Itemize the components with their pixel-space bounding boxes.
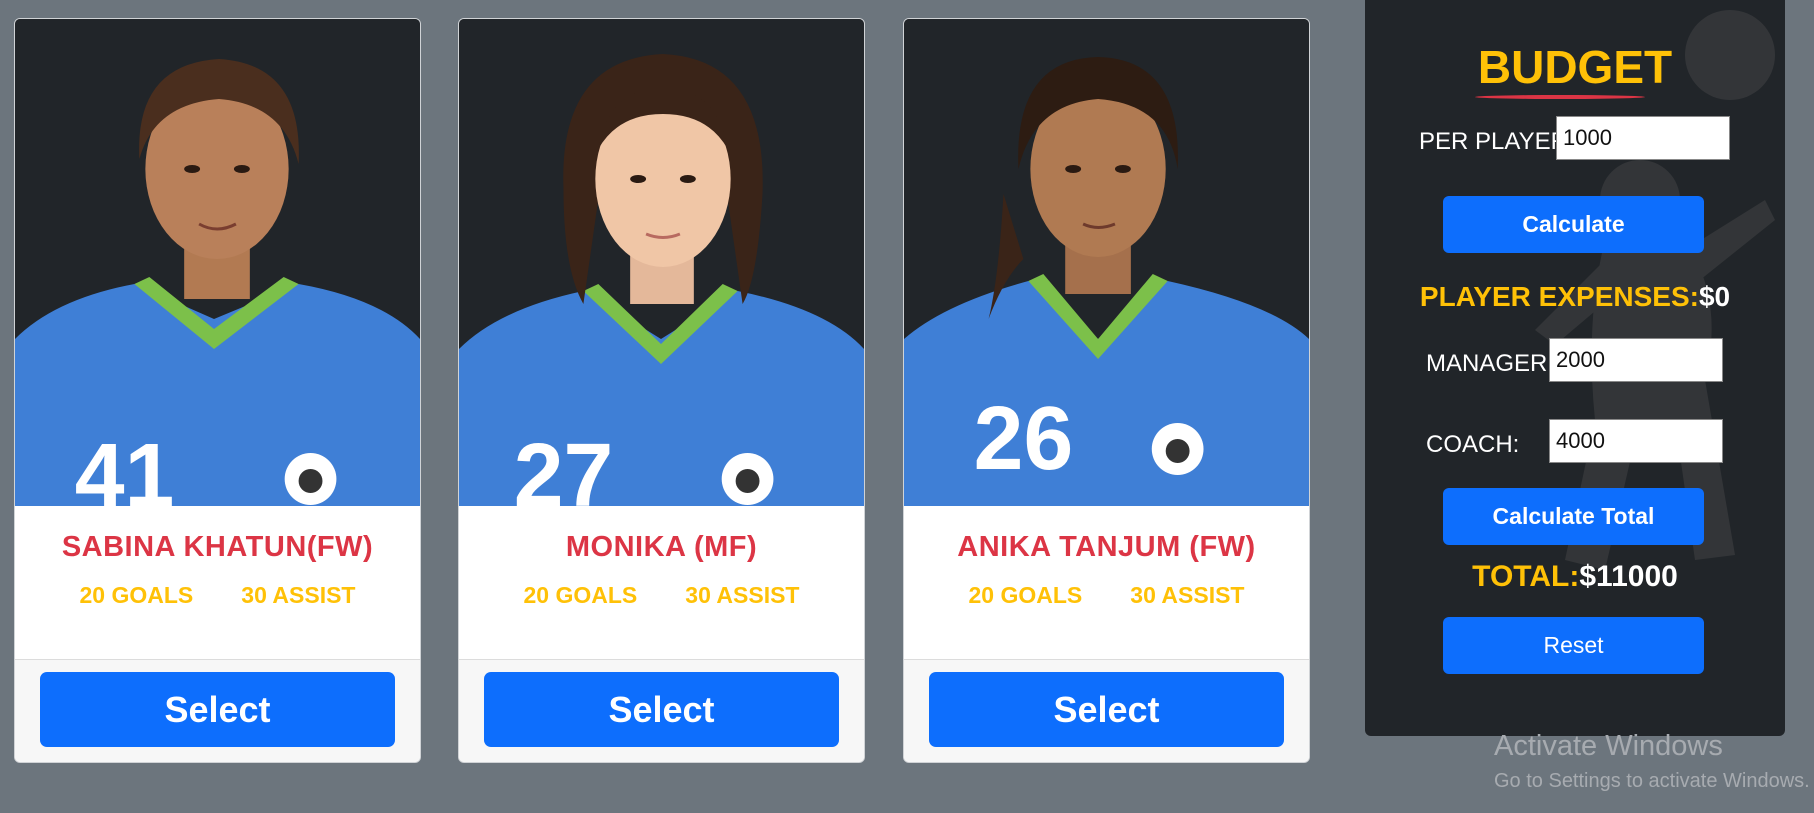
player-photo: 41 <box>15 19 420 506</box>
player-goals: 20 GOALS <box>968 582 1083 608</box>
select-button[interactable]: Select <box>40 672 395 747</box>
player-expenses-value: $0 <box>1698 281 1731 312</box>
budget-title: BUDGET <box>1477 41 1673 93</box>
manager-label: MANAGER: <box>1426 350 1555 377</box>
player-stats: 20 GOALS 30 ASSIST <box>904 582 1309 609</box>
select-button[interactable]: Select <box>484 672 839 747</box>
calculate-button[interactable]: Calculate <box>1443 196 1704 253</box>
player-expenses: PLAYER EXPENSES:$0 <box>1365 281 1785 313</box>
total-value: $11000 <box>1579 560 1678 593</box>
card-footer: Select <box>904 659 1309 762</box>
player-card: 26 ANIKA TANJUM (FW) 20 GOALS 30 ASSIST … <box>903 18 1310 763</box>
player-goals: 20 GOALS <box>79 582 194 608</box>
manager-input[interactable] <box>1549 338 1723 382</box>
player-photo: 26 <box>904 19 1309 506</box>
title-underline <box>1475 95 1645 99</box>
total: TOTAL:$11000 <box>1365 560 1785 594</box>
jersey-number: 26 <box>974 389 1074 489</box>
select-button[interactable]: Select <box>929 672 1284 747</box>
player-assist: 30 ASSIST <box>1130 582 1245 608</box>
player-card: 27 MONIKA (MF) 20 GOALS 30 ASSIST Select <box>458 18 865 763</box>
player-name: MONIKA (MF) <box>565 531 758 563</box>
player-stats: 20 GOALS 30 ASSIST <box>459 582 864 609</box>
budget-panel: BUDGET PER PLAYER: Calculate PLAYER EXPE… <box>1365 0 1785 736</box>
card-footer: Select <box>15 659 420 762</box>
page: 41 SABINA KHATUN(FW) 20 GOALS 30 ASSIST … <box>0 0 1814 813</box>
player-photo: 27 <box>459 19 864 506</box>
player-stats: 20 GOALS 30 ASSIST <box>15 582 420 609</box>
total-label: TOTAL: <box>1472 560 1580 593</box>
per-player-input[interactable] <box>1556 116 1730 160</box>
per-player-label: PER PLAYER: <box>1419 128 1575 155</box>
player-name: SABINA KHATUN(FW) <box>61 531 374 563</box>
player-card: 41 SABINA KHATUN(FW) 20 GOALS 30 ASSIST … <box>14 18 421 763</box>
activate-windows-hint: Go to Settings to activate Windows. <box>1494 770 1810 792</box>
coach-label: COACH: <box>1426 431 1520 458</box>
card-footer: Select <box>459 659 864 762</box>
jersey-number: 41 <box>75 426 175 506</box>
player-expenses-label: PLAYER EXPENSES: <box>1419 281 1699 312</box>
jersey-number: 27 <box>514 426 614 506</box>
calculate-total-button[interactable]: Calculate Total <box>1443 488 1704 545</box>
player-goals: 20 GOALS <box>523 582 638 608</box>
activate-windows-title: Activate Windows <box>1494 730 1723 762</box>
player-name: ANIKA TANJUM (FW) <box>957 531 1256 563</box>
player-assist: 30 ASSIST <box>241 582 356 608</box>
reset-button[interactable]: Reset <box>1443 617 1704 674</box>
coach-input[interactable] <box>1549 419 1723 463</box>
player-assist: 30 ASSIST <box>685 582 800 608</box>
